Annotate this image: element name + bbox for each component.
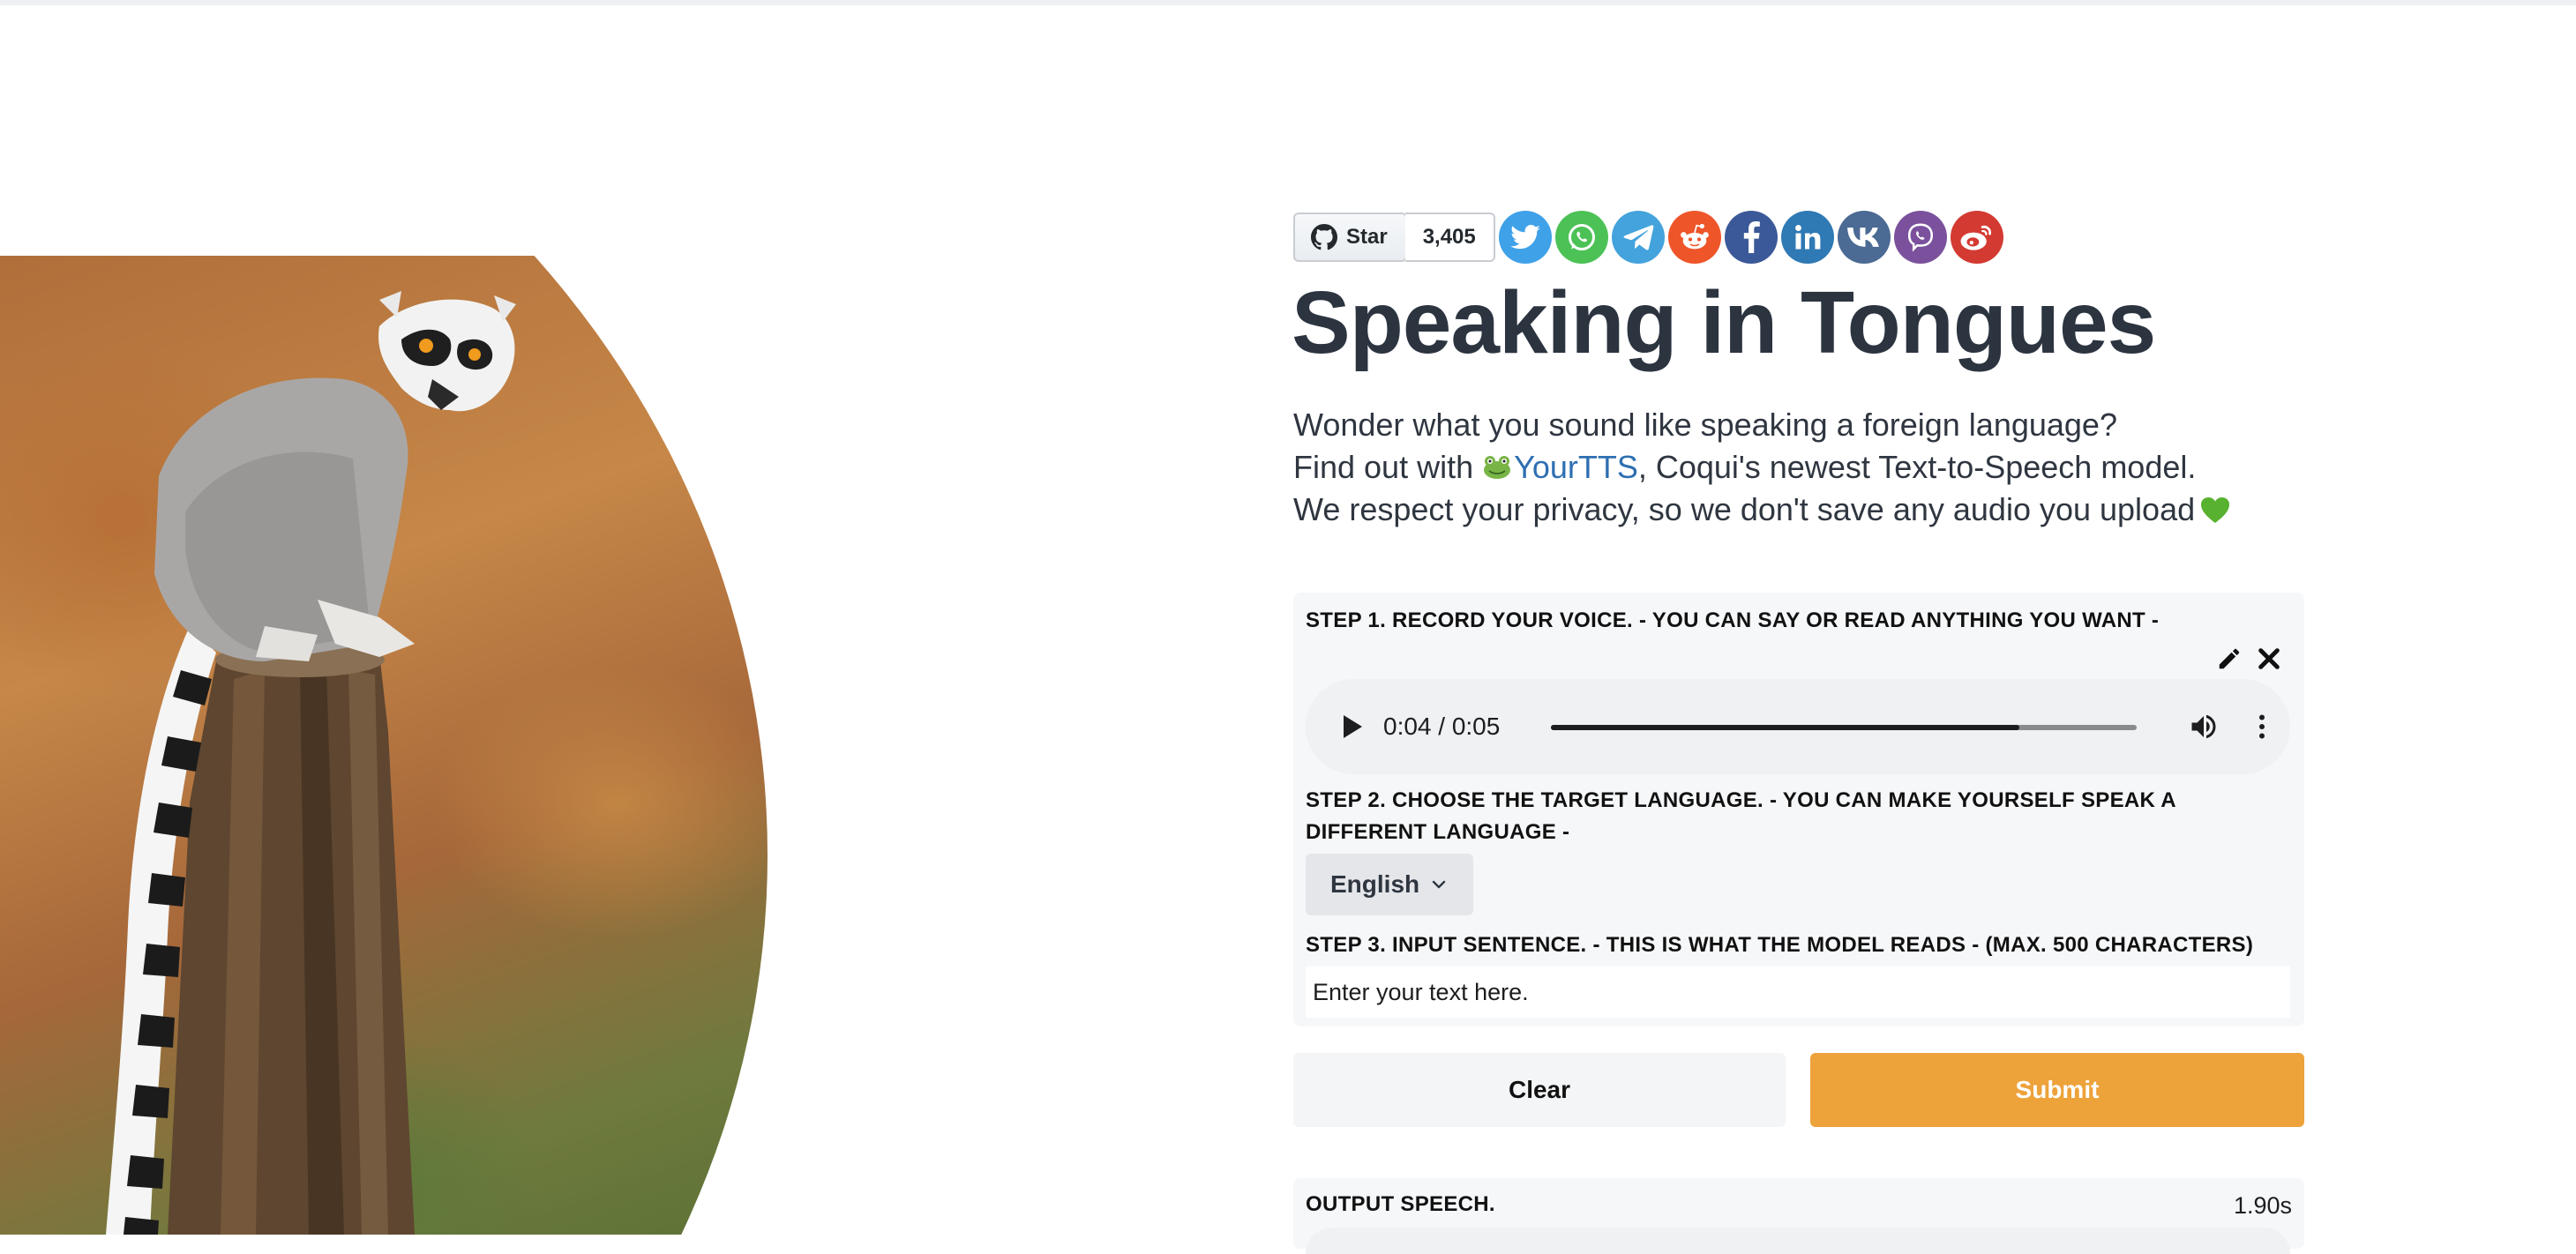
step2-label: STEP 2. CHOOSE THE TARGET LANGUAGE. - YO… (1306, 785, 2176, 848)
intro-line-1: Wonder what you sound like speaking a fo… (1293, 407, 2117, 443)
submit-button[interactable]: Submit (1810, 1053, 2304, 1127)
telegram-icon[interactable] (1611, 211, 1665, 264)
more-options-icon[interactable] (2246, 711, 2278, 743)
github-star-button[interactable]: Star (1293, 213, 1407, 262)
output-audio-player[interactable] (1306, 1228, 2290, 1254)
yourtts-link[interactable]: YourTTS (1514, 449, 1638, 485)
github-star-label: Star (1346, 225, 1388, 249)
audio-player[interactable]: 0:04 / 0:05 (1306, 679, 2290, 774)
language-select-value: English (1330, 870, 1420, 898)
top-border (0, 0, 2576, 5)
intro-line-3: We respect your privacy, so we don't sav… (1293, 489, 2230, 531)
step1-label: STEP 1. RECORD YOUR VOICE. - YOU CAN SAY… (1306, 608, 2160, 632)
play-icon[interactable] (1341, 713, 1364, 740)
close-icon[interactable] (2257, 646, 2281, 671)
input-panel: STEP 1. RECORD YOUR VOICE. - YOU CAN SAY… (1293, 593, 2304, 1026)
weibo-icon[interactable] (1950, 211, 2003, 264)
linkedin-icon[interactable] (1780, 211, 1834, 264)
intro-text: Wonder what you sound like speaking a fo… (1293, 404, 2230, 531)
frog-icon (1484, 456, 1511, 479)
step2-label-line-2: DIFFERENT LANGUAGE - (1306, 820, 1570, 844)
audio-progress-bar[interactable] (1551, 725, 2137, 730)
clear-button[interactable]: Clear (1293, 1053, 1786, 1127)
intro-line-2-prefix: Find out with (1293, 449, 1483, 485)
language-select[interactable]: English (1306, 854, 1473, 915)
hero-image (0, 256, 768, 1235)
audio-progress-fill (1551, 725, 2020, 730)
output-label: OUTPUT SPEECH. (1306, 1192, 1495, 1216)
audio-time: 0:04 / 0:05 (1383, 713, 1501, 740)
facebook-icon[interactable] (1724, 211, 1778, 264)
sentence-input[interactable]: Enter your text here. (1306, 967, 2290, 1018)
vk-icon[interactable] (1837, 211, 1891, 264)
output-duration: 1.90s (2233, 1192, 2292, 1219)
intro-line-3-text: We respect your privacy, so we don't sav… (1293, 491, 2196, 527)
step2-label-line-1: STEP 2. CHOOSE THE TARGET LANGUAGE. - YO… (1306, 788, 2176, 812)
intro-line-2: Find out with YourTTS, Coqui's newest Te… (1293, 446, 2230, 489)
whatsapp-icon[interactable] (1554, 211, 1608, 264)
page-title: Speaking in Tongues (1292, 273, 2156, 372)
reddit-icon[interactable] (1667, 211, 1721, 264)
step3-label: STEP 3. INPUT SENTENCE. - THIS IS WHAT T… (1306, 933, 2254, 957)
intro-line-2-suffix: , Coqui's newest Text-to-Speech model. (1637, 449, 2197, 485)
github-star-count[interactable]: 3,405 (1404, 213, 1495, 262)
share-bar: Star 3,405 (1293, 208, 2003, 266)
github-icon (1311, 224, 1337, 250)
audio-tools (2216, 646, 2281, 672)
volume-icon[interactable] (2188, 711, 2220, 743)
viber-icon[interactable] (1893, 211, 1947, 264)
edit-icon[interactable] (2216, 646, 2243, 672)
green-heart-icon (2201, 497, 2230, 523)
chevron-down-icon (1432, 880, 1446, 889)
output-panel: OUTPUT SPEECH. 1.90s (1293, 1178, 2304, 1254)
twitter-icon[interactable] (1498, 211, 1552, 264)
